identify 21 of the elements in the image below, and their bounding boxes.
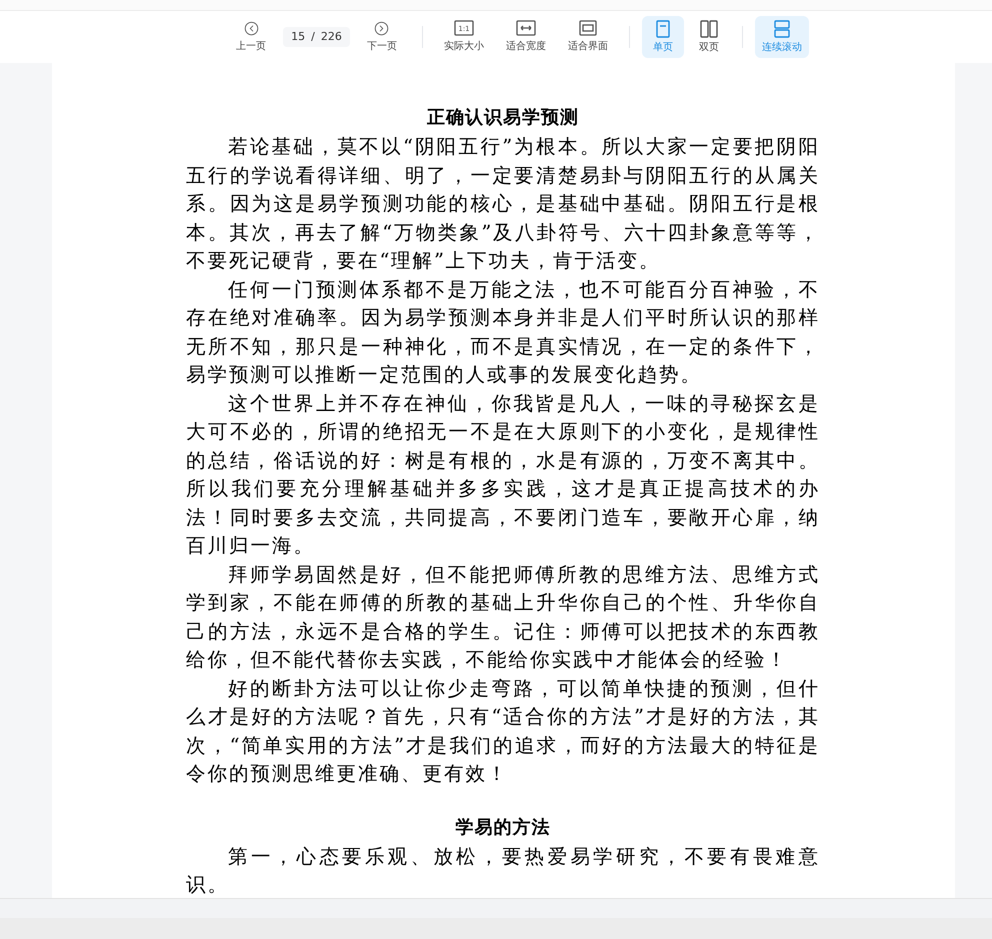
previous-page-button[interactable]: 上一页: [223, 20, 280, 54]
double-page-icon: [700, 20, 718, 38]
body-paragraph: 第一，心态要乐观、放松，要热爱易学研究，不要有畏难意识。: [186, 844, 820, 898]
fit-width-icon: [516, 20, 536, 36]
body-paragraph: 这个世界上并不存在神仙，你我皆是凡人，一味的寻秘探玄是大可不必的，所谓的绝招无一不是在大原则下的小变化，是规律性的总结，俗话说的好：树是有根的，水是有源的，万变不离其中。所以我们要充分理解基础并多多实践，这才是真正提高技术的办法！同时要多去交流，共同提高，不要闭门造车，要敞开心扉，纳百川归一海。: [186, 390, 820, 559]
single-page-icon: [654, 20, 672, 38]
section-heading: 学易的方法: [456, 816, 550, 840]
next-page-button[interactable]: 下一页: [354, 20, 410, 54]
body-paragraph: 好的断卦方法可以让你少走弯路，可以简单快捷的预测，但什么才是好的方法呢？首先，只有“适合你的方法”才是好的方法，其次，“简单实用的方法”才是我们的追求，而好的方法最大的特征是令你的预测思维更准确、更有效！: [186, 676, 820, 787]
section-heading: 正确认识易学预测: [427, 106, 579, 130]
body-paragraph: 任何一门预测体系都不是万能之法，也不可能百分百神验，不存在绝对准确率。因为易学预测本身并非是人们平时所认识的那样无所不知，那只是一种神化，而不是真实情况，在一定的条件下，易学预测可以推断一定范围的人或事的发展变化趋势。: [186, 276, 820, 388]
zoom-button[interactable]: 适合界面: [558, 20, 617, 54]
page-number-field[interactable]: 15 / 226: [283, 27, 350, 47]
chevron-left-icon: [244, 20, 259, 36]
zoom-button[interactable]: 适合宽度: [496, 20, 555, 54]
body-paragraph: 若论基础，莫不以“阴阳五行”为根本。所以大家一定要把阴阳五行的学说看得详细、明了，一定要清楚易卦与阴阳五行的从属关系。因为这是易学预测功能的核心，是基础中基础。阴阳五行是根本。其次，再去了解“万物类象”及八卦符号、六十四卦象意等等，不要死记硬背，要在“理解”上下功夫，肯于活变。: [186, 134, 820, 274]
view-mode-tab[interactable]: 双页: [688, 16, 730, 58]
body-paragraph: 拜师学易固然是好，但不能把师傅所教的思维方法、思维方式学到家，不能在师傅的所教的基础上升华你自己的个性、升华你自己的方法，永远不是合格的学生。记住：师傅可以把技术的东西教给你，但不能代替你去实践，不能给你实践中才能体会的经验！: [186, 562, 820, 673]
fit-page-icon: [578, 20, 598, 36]
stacked-pages-icon: [772, 20, 791, 38]
chevron-right-icon: [374, 20, 390, 36]
